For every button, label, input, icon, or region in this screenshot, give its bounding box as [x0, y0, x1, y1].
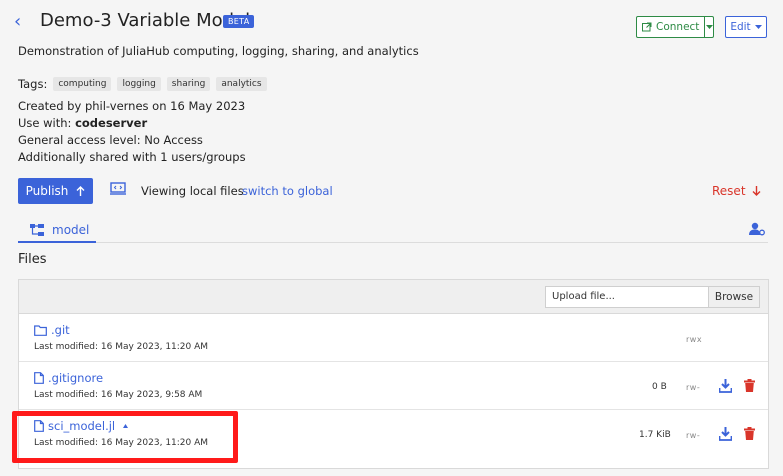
- created-on-prefix: on: [148, 99, 171, 113]
- file-permissions: rw-: [686, 431, 701, 440]
- browse-button[interactable]: Browse: [708, 286, 760, 308]
- use-with-line: Use with: codeserver: [18, 116, 147, 130]
- trash-icon[interactable]: [744, 379, 755, 392]
- page-title: Demo-3 Variable Model: [40, 10, 251, 31]
- edit-label: Edit: [730, 21, 751, 33]
- shared-with-line: Additionally shared with 1 users/groups: [18, 150, 246, 164]
- project-description: Demonstration of JuliaHub computing, log…: [18, 44, 419, 58]
- created-by-user: phil-vernes: [84, 99, 149, 113]
- file-size: 1.7 KiB: [639, 430, 671, 440]
- access-label: General access level:: [18, 133, 145, 147]
- file-name: .gitignore: [48, 371, 104, 385]
- files-table-toolbar: Upload file... Browse: [19, 280, 768, 314]
- access-value: No Access: [144, 133, 203, 147]
- highlight-box: [12, 411, 238, 463]
- use-with-value: codeserver: [75, 116, 148, 130]
- folder-icon: [34, 324, 47, 336]
- file-permissions: rwx: [686, 335, 703, 344]
- tag-chip: computing: [53, 77, 112, 91]
- connect-button-group: Connect: [636, 16, 714, 38]
- caret-down-icon: [754, 25, 762, 29]
- file-name: .git: [51, 323, 70, 337]
- viewing-local-files-text: Viewing local files: [141, 184, 244, 198]
- arrow-up-icon: [76, 186, 85, 196]
- beta-badge: BETA: [223, 15, 255, 28]
- file-link[interactable]: .git: [34, 323, 70, 337]
- tag-chip: analytics: [216, 77, 267, 91]
- upload-file-input[interactable]: Upload file...: [545, 286, 727, 308]
- file-row: .git Last modified: 16 May 2023, 11:20 A…: [19, 314, 768, 362]
- tag-chip: logging: [117, 77, 161, 91]
- file-link[interactable]: .gitignore: [34, 371, 103, 385]
- local-files-icon: [110, 182, 126, 195]
- tag-chip: sharing: [166, 77, 211, 91]
- tab-model[interactable]: model: [30, 218, 89, 242]
- created-on-date: 16 May 2023: [170, 99, 246, 113]
- tab-active-indicator: [18, 241, 96, 243]
- reset-label: Reset: [712, 184, 746, 198]
- file-row: .gitignore Last modified: 16 May 2023, 9…: [19, 362, 768, 410]
- switch-to-global-link[interactable]: switch to global: [242, 184, 333, 198]
- tab-divider: [18, 242, 768, 243]
- download-icon[interactable]: [719, 427, 732, 441]
- file-size: 0 B: [652, 382, 667, 392]
- user-settings-icon[interactable]: [749, 222, 765, 236]
- shared-value: 1 users/groups: [160, 150, 246, 164]
- connect-button[interactable]: Connect: [637, 17, 706, 37]
- back-button[interactable]: ‹: [14, 11, 21, 32]
- download-icon[interactable]: [719, 379, 732, 393]
- created-by-line: Created by phil-vernes on 16 May 2023: [18, 99, 245, 113]
- publish-button[interactable]: Publish: [18, 178, 93, 204]
- file-icon: [34, 372, 44, 384]
- external-link-icon: [642, 22, 652, 32]
- connect-label: Connect: [656, 21, 700, 33]
- connect-dropdown-toggle[interactable]: [705, 17, 713, 37]
- file-permissions: rw-: [686, 383, 701, 392]
- tree-structure-icon: [30, 224, 44, 236]
- tags-row: Tags: computing logging sharing analytic…: [18, 77, 267, 91]
- caret-down-icon: [705, 25, 713, 29]
- created-prefix: Created by: [18, 99, 85, 113]
- file-modified: Last modified: 16 May 2023, 11:20 AM: [34, 342, 209, 352]
- trash-icon[interactable]: [744, 427, 755, 440]
- reset-button[interactable]: Reset: [712, 184, 761, 198]
- use-with-label: Use with:: [18, 116, 76, 130]
- tags-label: Tags:: [18, 77, 48, 91]
- shared-label: Additionally shared with: [18, 150, 161, 164]
- publish-label: Publish: [25, 184, 69, 198]
- tab-model-label: model: [52, 223, 90, 237]
- access-level-line: General access level: No Access: [18, 133, 203, 147]
- edit-dropdown-button[interactable]: Edit: [725, 16, 767, 38]
- file-modified: Last modified: 16 May 2023, 9:58 AM: [34, 390, 203, 400]
- arrow-down-icon: [752, 186, 761, 196]
- files-heading: Files: [18, 252, 47, 267]
